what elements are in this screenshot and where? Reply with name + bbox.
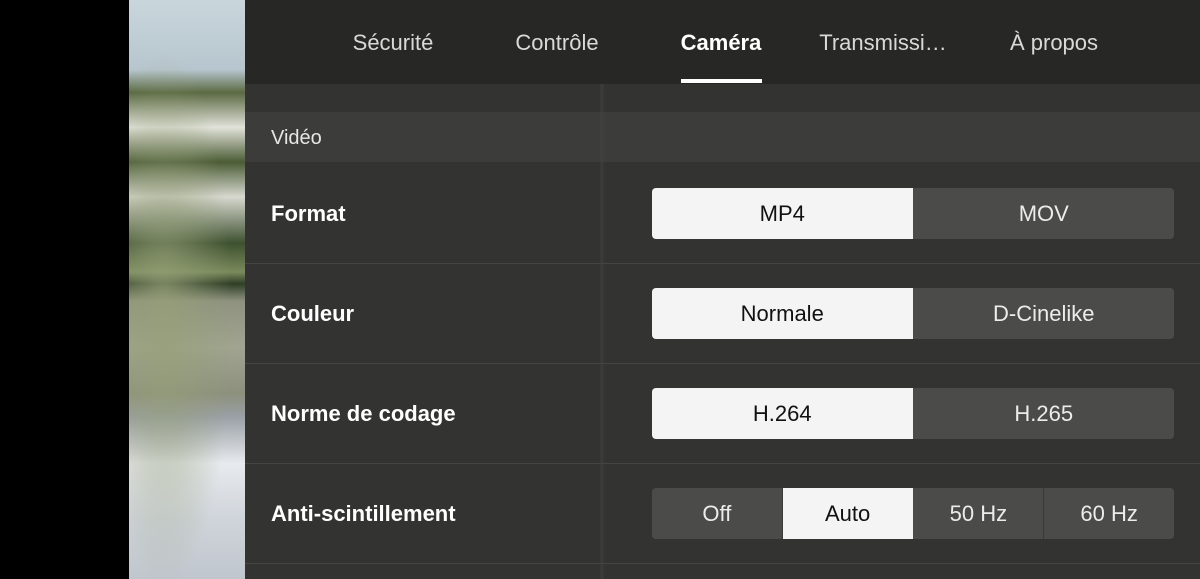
anti-flicker-selector: Off Auto 50 Hz 60 Hz bbox=[652, 488, 1174, 539]
option-off[interactable]: Off bbox=[652, 488, 782, 539]
option-h265[interactable]: H.265 bbox=[913, 388, 1175, 439]
option-normale[interactable]: Normale bbox=[652, 288, 913, 339]
section-title: Vidéo bbox=[271, 127, 322, 149]
setting-label: Anti-scintillement bbox=[271, 501, 456, 526]
tab-transmission[interactable]: Transmissi… bbox=[813, 0, 953, 84]
divider bbox=[245, 563, 1200, 564]
option-50hz[interactable]: 50 Hz bbox=[913, 488, 1044, 539]
option-auto[interactable]: Auto bbox=[781, 488, 913, 539]
setting-label: Format bbox=[271, 201, 346, 226]
screen-edge bbox=[0, 0, 129, 579]
setting-label: Couleur bbox=[271, 301, 355, 326]
settings-tab-bar: Sécurité Contrôle Caméra Transmissi… À p… bbox=[245, 0, 1200, 84]
settings-panel: Sécurité Contrôle Caméra Transmissi… À p… bbox=[245, 0, 1200, 579]
option-60hz[interactable]: 60 Hz bbox=[1043, 488, 1174, 539]
section-header-video: Vidéo bbox=[245, 112, 1200, 162]
color-selector: Normale D-Cinelike bbox=[652, 288, 1174, 339]
format-selector: MP4 MOV bbox=[652, 188, 1174, 239]
tab-securite[interactable]: Sécurité bbox=[333, 0, 453, 84]
tab-controle[interactable]: Contrôle bbox=[497, 0, 617, 84]
setting-row-couleur: Couleur Normale D-Cinelike bbox=[245, 264, 1200, 364]
active-tab-indicator bbox=[681, 79, 762, 83]
camera-live-view bbox=[129, 0, 245, 579]
option-mov[interactable]: MOV bbox=[913, 188, 1175, 239]
option-d-cinelike[interactable]: D-Cinelike bbox=[913, 288, 1175, 339]
option-mp4[interactable]: MP4 bbox=[652, 188, 913, 239]
setting-row-codage: Norme de codage H.264 H.265 bbox=[245, 364, 1200, 464]
tab-camera[interactable]: Caméra bbox=[661, 0, 781, 84]
codec-selector: H.264 H.265 bbox=[652, 388, 1174, 439]
option-h264[interactable]: H.264 bbox=[652, 388, 913, 439]
setting-row-format: Format MP4 MOV bbox=[245, 164, 1200, 264]
setting-row-anti-scintillement: Anti-scintillement Off Auto 50 Hz 60 Hz bbox=[245, 464, 1200, 564]
setting-label: Norme de codage bbox=[271, 401, 456, 426]
tab-a-propos[interactable]: À propos bbox=[989, 0, 1119, 84]
